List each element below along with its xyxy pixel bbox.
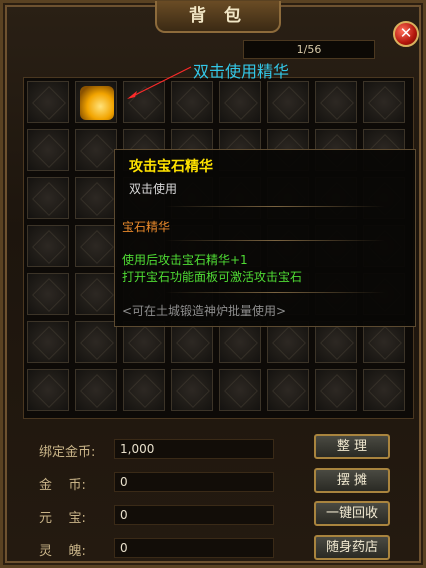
inventory-slot[interactable] — [75, 321, 117, 363]
window-title: 背 包 — [155, 1, 281, 33]
gem-essence-icon[interactable] — [80, 86, 114, 120]
gold-label: 金 币: — [39, 478, 86, 493]
inventory-slot[interactable] — [219, 369, 261, 411]
inventory-slot[interactable] — [363, 321, 405, 363]
inventory-slot[interactable] — [267, 369, 309, 411]
item-tooltip: 攻击宝石精华 双击使用 宝石精华 使用后攻击宝石精华+1 打开宝石功能面板可激活… — [114, 149, 416, 327]
tooltip-divider — [165, 292, 385, 293]
inventory-slot[interactable] — [27, 321, 69, 363]
inventory-slot[interactable] — [27, 225, 69, 267]
inventory-slot[interactable] — [27, 129, 69, 171]
hint-arrow-icon — [127, 66, 192, 99]
inventory-slot[interactable] — [123, 369, 165, 411]
inventory-count: 1/56 — [243, 40, 375, 59]
close-button[interactable]: ✕ — [393, 21, 419, 47]
portable-shop-button[interactable]: 随身药店 — [314, 535, 390, 560]
inventory-slot[interactable] — [363, 369, 405, 411]
inventory-slot[interactable] — [219, 81, 261, 123]
inventory-slot[interactable] — [171, 369, 213, 411]
inventory-slot[interactable] — [75, 177, 117, 219]
tooltip-category: 宝石精华 — [122, 220, 171, 234]
yuanbao-label: 元 宝: — [39, 511, 86, 526]
yuanbao-value: 0 — [114, 505, 274, 525]
inventory-slot[interactable] — [219, 321, 261, 363]
sort-button[interactable]: 整 理 — [314, 434, 390, 459]
tooltip-divider — [165, 240, 385, 241]
inventory-slot[interactable] — [27, 273, 69, 315]
tooltip-effect-line: 使用后攻击宝石精华+1 — [122, 253, 248, 267]
gold-value: 0 — [114, 472, 274, 492]
inventory-slot[interactable] — [363, 81, 405, 123]
inventory-slot[interactable] — [267, 81, 309, 123]
inventory-slot[interactable] — [315, 81, 357, 123]
tooltip-note: <可在土城锻造神炉批量使用> — [122, 304, 287, 318]
inventory-slot[interactable] — [75, 81, 117, 123]
inventory-slot[interactable] — [123, 321, 165, 363]
tooltip-divider — [165, 206, 385, 207]
inventory-slot[interactable] — [171, 321, 213, 363]
tooltip-item-name: 攻击宝石精华 — [129, 159, 213, 175]
inventory-slot[interactable] — [315, 321, 357, 363]
inventory-slot[interactable] — [267, 321, 309, 363]
soul-label: 灵 魄: — [39, 544, 86, 559]
inventory-slot[interactable] — [75, 129, 117, 171]
tooltip-effect-line: 打开宝石功能面板可激活攻击宝石 — [122, 270, 303, 284]
soul-value: 0 — [114, 538, 274, 558]
inventory-slot[interactable] — [75, 369, 117, 411]
tooltip-usage: 双击使用 — [129, 182, 178, 196]
recycle-all-button[interactable]: 一键回收 — [314, 501, 390, 526]
tooltip-effect: 使用后攻击宝石精华+1 打开宝石功能面板可激活攻击宝石 — [122, 252, 302, 286]
inventory-slot[interactable] — [75, 273, 117, 315]
inventory-slot[interactable] — [27, 177, 69, 219]
usage-hint: 双击使用精华 — [193, 62, 290, 81]
backpack-window: 背 包 ✕ 1/56 双击使用精华 攻击宝石精华 双击使用 宝石精华 使用后攻击… — [0, 0, 426, 568]
stall-button[interactable]: 摆 摊 — [314, 468, 390, 493]
inventory-slot[interactable] — [27, 81, 69, 123]
inventory-slot[interactable] — [27, 369, 69, 411]
bound-gold-label: 绑定金币: — [39, 445, 96, 460]
bound-gold-value: 1,000 — [114, 439, 274, 459]
inventory-slot[interactable] — [315, 369, 357, 411]
inventory-slot[interactable] — [75, 225, 117, 267]
